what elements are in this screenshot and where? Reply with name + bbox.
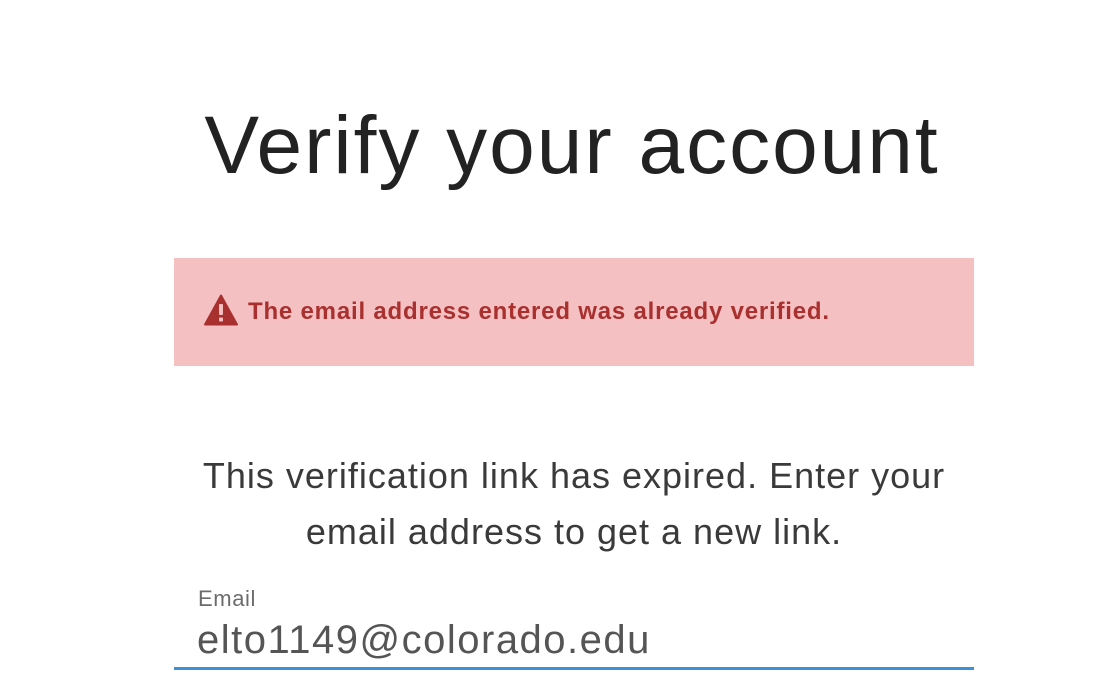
- page-title: Verify your account: [204, 100, 940, 191]
- warning-triangle-icon: [204, 294, 238, 326]
- intro-text: This verification link has expired. Ente…: [202, 455, 946, 552]
- email-input[interactable]: [174, 614, 974, 670]
- error-alert: The email address entered was already ve…: [174, 258, 974, 366]
- email-field: Email: [174, 582, 974, 674]
- email-label: Email: [198, 586, 257, 611]
- alert-message: The email address entered was already ve…: [248, 298, 830, 325]
